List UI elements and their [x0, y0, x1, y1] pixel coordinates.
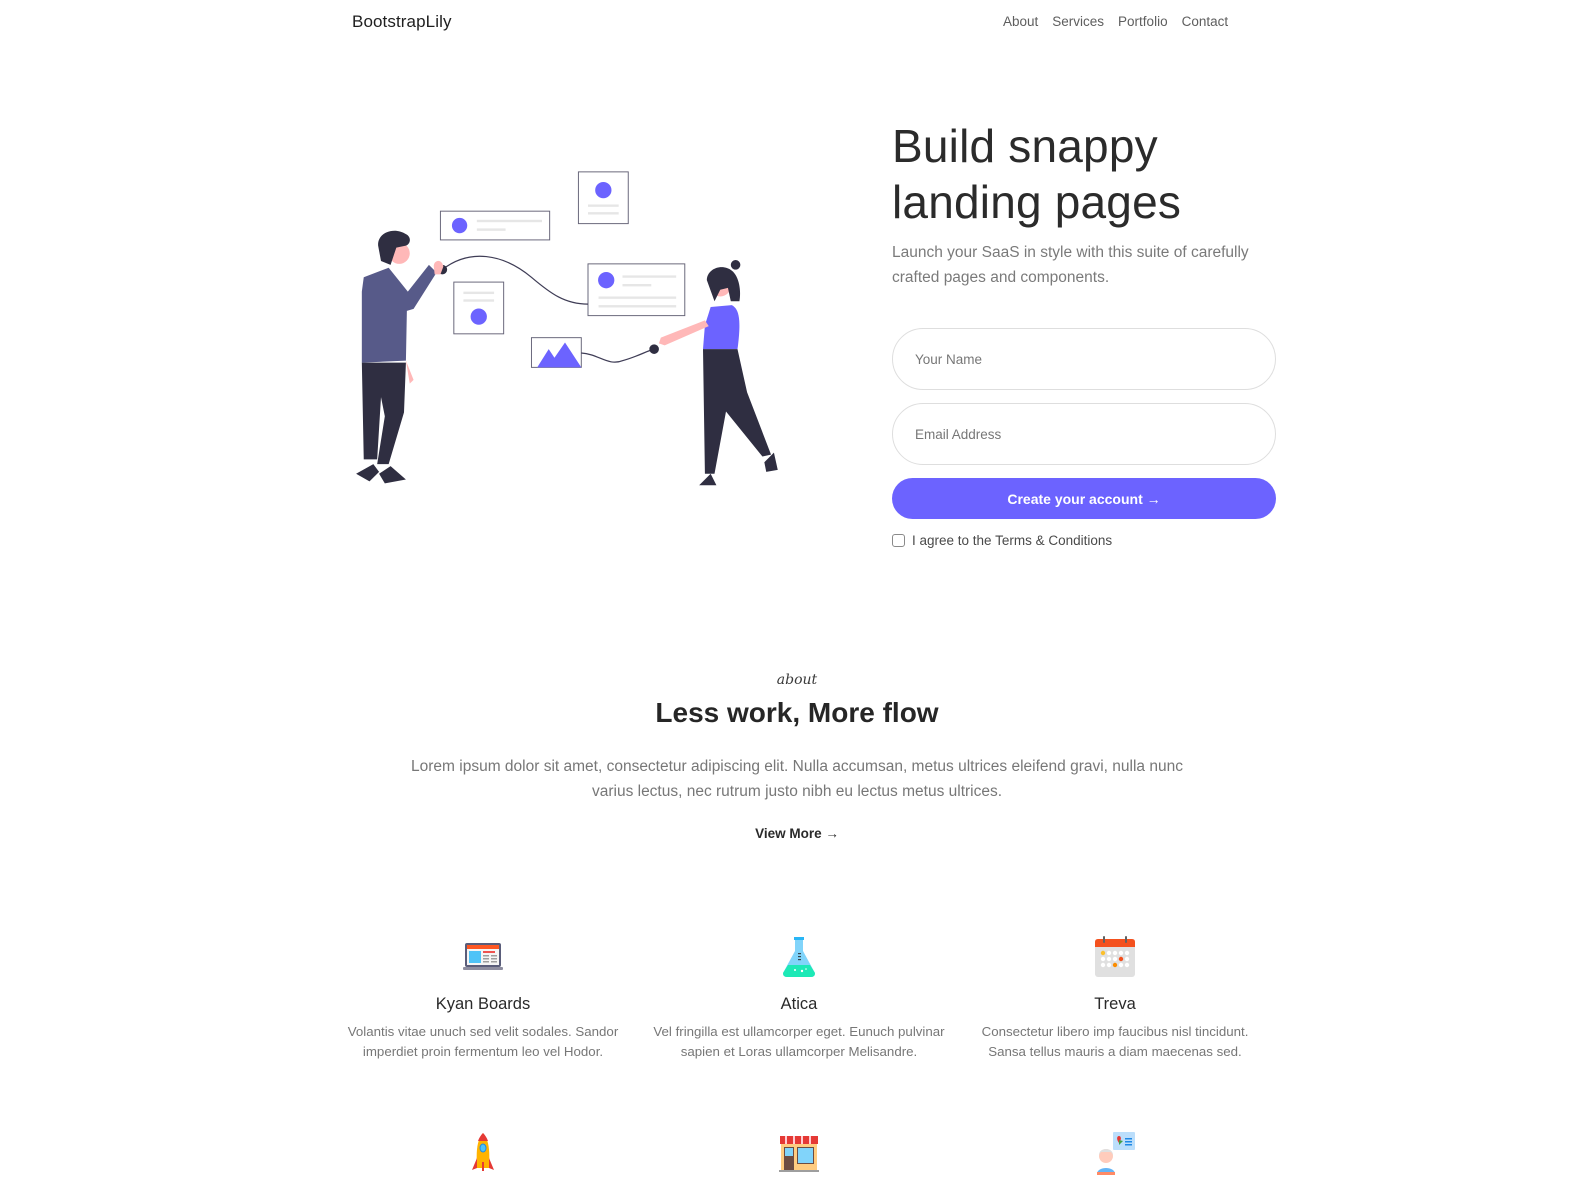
connector-line-bottom [581, 348, 655, 363]
navbar: BootstrapLily About Services Portfolio C… [0, 0, 1594, 44]
feature-card [333, 1132, 633, 1192]
terms-checkbox[interactable] [892, 534, 905, 547]
feature-title: Kyan Boards [435, 995, 531, 1013]
feature-card: Kyan Boards Volantis vitae unuch sed vel… [333, 935, 633, 1062]
storefront-icon [779, 1136, 819, 1172]
feature-title: Atica [780, 995, 818, 1013]
nav-link-services[interactable]: Services [1052, 14, 1104, 29]
terms-agreement: I agree to the Terms & Conditions [892, 533, 1276, 548]
person-chat-icon [1097, 1132, 1135, 1175]
feature-card: Treva Consectetur libero imp faucibus ni… [965, 935, 1265, 1062]
signup-form: Create your account → I agree to the Ter… [892, 328, 1276, 548]
calendar-icon [1095, 936, 1135, 977]
content-card-right-wide [587, 263, 686, 317]
about-body: Lorem ipsum dolor sit amet, consectetur … [411, 758, 1183, 800]
rocket-icon [472, 1133, 494, 1171]
feature-desc: Consectetur libero imp faucibus nisl tin… [981, 1024, 1249, 1059]
about-kicker: about [776, 672, 818, 688]
man-figure [356, 230, 444, 484]
create-account-button[interactable]: Create your account → [892, 478, 1276, 519]
content-card-top-wide [439, 210, 551, 241]
nav-link-about[interactable]: About [1003, 14, 1038, 29]
hero-title: Build snappy landing pages [892, 118, 1292, 230]
hero-title-line-1: Build snappy [892, 120, 1158, 172]
nav-link-contact[interactable]: Contact [1182, 14, 1229, 29]
hero-text: Build snappy landing pages Launch your S… [892, 118, 1292, 290]
hero-subtitle: Launch your SaaS in style with this suit… [892, 244, 1249, 286]
feature-card [649, 1132, 949, 1192]
feature-desc: Volantis vitae unuch sed velit sodales. … [347, 1024, 619, 1059]
feature-desc: Vel fringilla est ullamcorper eget. Eunu… [653, 1024, 945, 1059]
nav-links: About Services Portfolio Contact [1003, 14, 1228, 29]
flask-icon [783, 937, 815, 977]
hero-title-line-2: landing pages [892, 176, 1182, 228]
name-input[interactable] [892, 328, 1276, 390]
about-title: Less work, More flow [655, 697, 939, 728]
content-card-left-small [453, 281, 505, 335]
view-more-link[interactable]: View More → [0, 826, 1594, 841]
feature-card [965, 1132, 1265, 1192]
brand-logo[interactable]: BootstrapLily [352, 12, 452, 32]
nav-link-portfolio[interactable]: Portfolio [1118, 14, 1168, 29]
feature-card: Atica Vel fringilla est ullamcorper eget… [649, 935, 949, 1062]
hero-illustration [356, 171, 778, 486]
laptop-dashboard-icon [463, 943, 503, 970]
terms-label[interactable]: I agree to the Terms & Conditions [912, 533, 1112, 548]
content-card-top-small [577, 171, 629, 225]
feature-title: Treva [1094, 995, 1136, 1013]
email-input[interactable] [892, 403, 1276, 465]
image-card [530, 337, 582, 368]
